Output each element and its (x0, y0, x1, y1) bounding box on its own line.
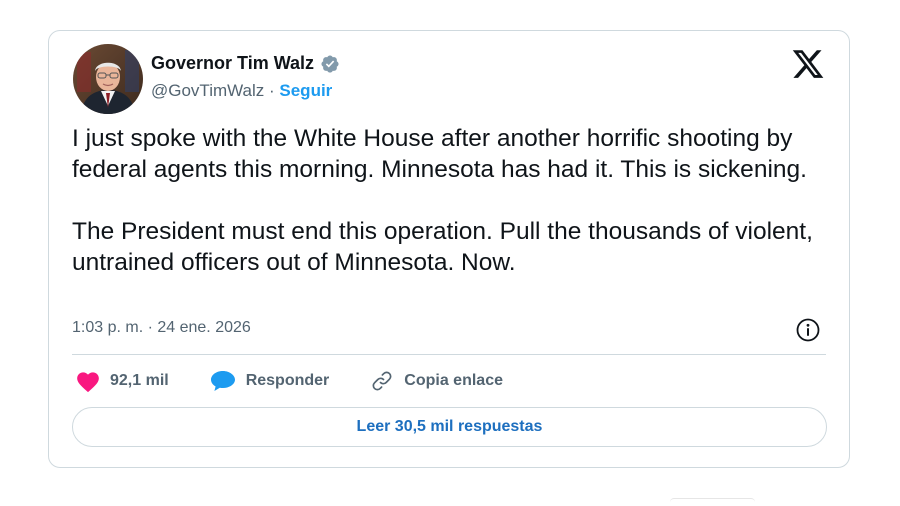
verified-badge-icon (320, 54, 340, 74)
tweet-text: I just spoke with the White House after … (72, 123, 832, 278)
like-count: 92,1 mil (110, 372, 169, 389)
read-replies-button[interactable]: Leer 30,5 mil respuestas (72, 407, 827, 447)
link-icon (369, 369, 395, 393)
tweet-paragraph: The President must end this operation. P… (72, 218, 813, 276)
tweet-card: Governor Tim Walz @GovTimWalz · Seguir I… (48, 30, 850, 468)
divider (72, 354, 826, 355)
handle-separator: · (264, 81, 280, 100)
reply-label: Responder (245, 372, 330, 389)
author-avatar[interactable] (73, 44, 143, 114)
x-logo-icon[interactable] (791, 47, 825, 81)
tweet-actions: 92,1 mil Responder Copia enlace (75, 369, 503, 393)
copy-link-label: Copia enlace (404, 372, 503, 389)
heart-icon (75, 369, 101, 393)
avatar-portrait-image (73, 44, 143, 114)
handle-row: @GovTimWalz · Seguir (151, 81, 332, 101)
speech-bubble-icon (209, 369, 237, 393)
author-handle[interactable]: @GovTimWalz (151, 81, 264, 100)
tweet-paragraph: I just spoke with the White House after … (72, 125, 807, 183)
copy-link-button[interactable]: Copia enlace (369, 369, 503, 393)
info-icon[interactable] (795, 317, 821, 343)
reply-button[interactable]: Responder (209, 369, 330, 393)
author-name[interactable]: Governor Tim Walz (151, 53, 314, 74)
tweet-timestamp[interactable]: 1:03 p. m. · 24 ene. 2026 (72, 319, 251, 337)
like-button[interactable]: 92,1 mil (75, 369, 169, 393)
follow-button[interactable]: Seguir (279, 81, 332, 100)
author-name-row: Governor Tim Walz (151, 53, 340, 74)
